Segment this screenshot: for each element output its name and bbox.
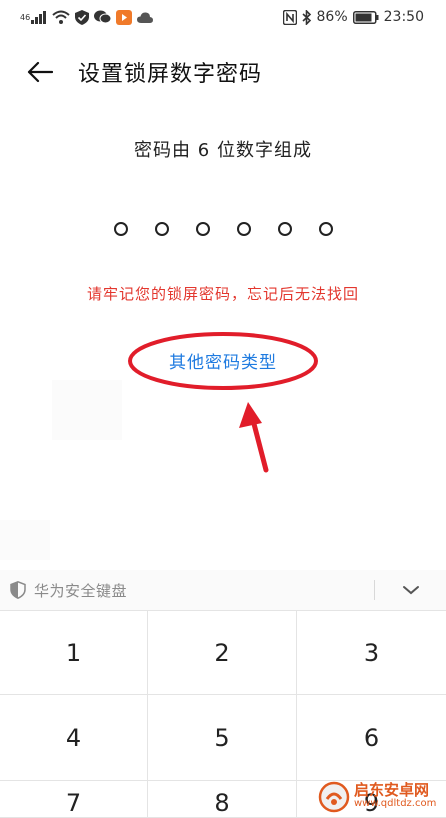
battery-percent: 86% [316,9,348,25]
status-left: 46 [20,9,154,25]
keyboard-header: 华为安全键盘 [0,570,446,610]
bluetooth-icon [301,9,312,25]
key-2[interactable]: 2 [148,611,297,695]
pin-dot [277,222,292,236]
cloud-icon [137,11,154,23]
shield-icon [10,581,26,599]
key-1[interactable]: 1 [0,611,148,695]
pin-dot [154,222,169,236]
back-button[interactable] [20,52,60,92]
title-bar: 设置锁屏数字密码 [0,44,446,100]
key-7[interactable]: 7 [0,781,148,818]
watermark-text: 启东安卓网 www.qdltdz.com [354,783,436,809]
back-arrow-icon [27,61,53,83]
pin-dot [318,222,333,236]
cellular-signal-icon: 46 [20,10,47,24]
annotation-arrow-icon [239,402,269,473]
other-password-types-link[interactable]: 其他密码类型 [0,348,446,373]
divider [374,580,375,600]
signal-label: 46 [20,12,31,22]
status-right: 86% 23:50 [282,9,424,25]
page-title: 设置锁屏数字密码 [78,62,263,87]
collapse-keyboard-button[interactable] [396,578,426,602]
password-warning: 请牢记您的锁屏密码，忘记后无法找回 [86,285,359,303]
status-bar: 46 86% 23:50 [0,0,446,34]
watermark-name: 启东安卓网 [354,781,430,800]
key-6[interactable]: 6 [297,695,446,781]
watermark-logo: 启东安卓网 www.qdltdz.com [318,776,446,817]
wifi-icon [52,10,70,24]
watermark-url: www.qdltdz.com [354,798,437,810]
clock: 23:50 [383,9,424,25]
pin-dot [113,222,128,236]
background-artifact [52,380,122,440]
pin-instruction: 密码由 6 位数字组成 [134,140,312,161]
pin-dot [195,222,210,236]
key-3[interactable]: 3 [297,611,446,695]
key-8[interactable]: 8 [148,781,297,818]
key-4[interactable]: 4 [0,695,148,781]
keyboard-title: 华为安全键盘 [34,581,128,600]
pin-dots [0,222,446,236]
background-artifact [0,520,50,560]
pin-dot [236,222,251,236]
key-5[interactable]: 5 [148,695,297,781]
watermark-badge-icon [318,781,350,812]
shield-check-icon [75,9,90,25]
video-app-icon [116,9,133,25]
nfc-icon [282,9,297,25]
wechat-icon [94,10,112,24]
battery-icon [352,10,379,24]
chevron-down-icon [403,586,419,595]
